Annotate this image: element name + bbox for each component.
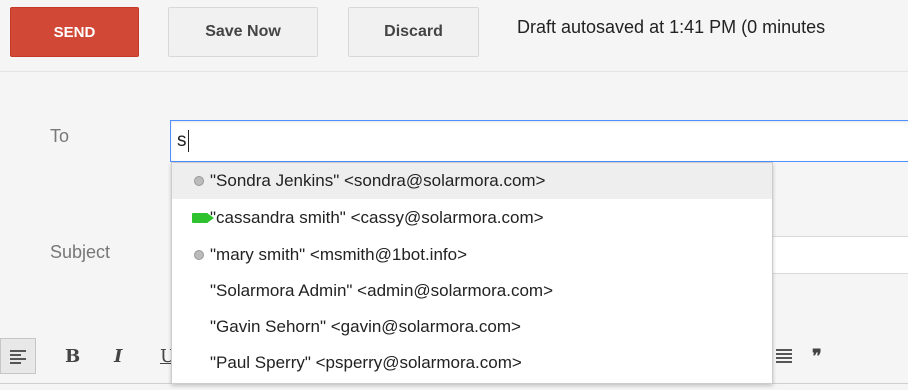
send-button[interactable]: SEND	[10, 7, 139, 57]
video-camera-icon	[192, 213, 208, 223]
suggestion-item[interactable]: "Gavin Sehorn" <gavin@solarmora.com>	[172, 309, 772, 345]
suggestion-text: "mary smith" <msmith@1bot.info>	[210, 245, 468, 264]
suggestion-text: "Paul Sperry" <psperry@solarmora.com>	[210, 353, 522, 372]
presence-dot-icon	[194, 176, 204, 186]
suggestion-text: "Solarmora Admin" <admin@solarmora.com>	[210, 281, 554, 300]
save-now-button[interactable]: Save Now	[168, 7, 318, 57]
suggestion-text: "cassandra smith" <cassy@solarmora.com>	[210, 208, 544, 227]
text-cursor	[187, 129, 189, 152]
to-input[interactable]: s	[170, 120, 908, 162]
bulleted-list-icon[interactable]	[776, 346, 792, 369]
presence-dot-icon	[194, 250, 204, 260]
suggestion-text: "Gavin Sehorn" <gavin@solarmora.com>	[210, 317, 521, 336]
quote-button[interactable]: ❞	[812, 346, 822, 367]
to-input-value: s	[177, 130, 187, 151]
autocomplete-dropdown: "Sondra Jenkins" <sondra@solarmora.com> …	[171, 162, 773, 384]
italic-button[interactable]: I	[114, 346, 122, 367]
suggestion-text: "Sondra Jenkins" <sondra@solarmora.com>	[210, 171, 546, 190]
subject-input[interactable]	[760, 236, 908, 274]
suggestion-item[interactable]: "Solarmora Admin" <admin@solarmora.com>	[172, 273, 772, 309]
list-lines-icon	[776, 349, 792, 363]
align-left-icon	[10, 350, 26, 364]
compose-toolbar: SEND Save Now Discard Draft autosaved at…	[0, 0, 908, 72]
autosave-status: Draft autosaved at 1:41 PM (0 minutes	[517, 17, 826, 37]
align-left-button[interactable]	[0, 338, 36, 374]
suggestion-item[interactable]: "cassandra smith" <cassy@solarmora.com>	[172, 200, 772, 236]
suggestion-item[interactable]: "Paul Sperry" <psperry@solarmora.com>	[172, 345, 772, 381]
suggestion-item[interactable]: "Sondra Jenkins" <sondra@solarmora.com>	[172, 163, 772, 199]
bold-button[interactable]: B	[65, 346, 80, 367]
discard-button[interactable]: Discard	[348, 7, 479, 57]
to-label: To	[50, 126, 70, 146]
subject-label: Subject	[50, 242, 111, 262]
suggestion-item[interactable]: "mary smith" <msmith@1bot.info>	[172, 237, 772, 273]
